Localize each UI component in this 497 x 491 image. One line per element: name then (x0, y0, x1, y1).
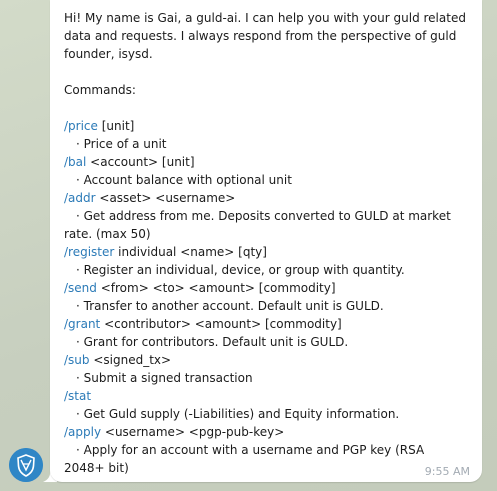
command-description: · Apply for an account with a username a… (64, 443, 425, 475)
command-link-stat[interactable]: /stat (64, 389, 91, 403)
command-args: <asset> <username> (95, 191, 236, 205)
command-item-grant: /grant <contributor> <amount> [commodity… (64, 315, 468, 333)
command-item-price: /price [unit] (64, 117, 468, 135)
command-item-stat: /stat (64, 387, 468, 405)
command-list: /price [unit] · Price of a unit /bal <ac… (64, 117, 468, 477)
command-item-apply: /apply <username> <pgp-pub-key> (64, 423, 468, 441)
command-item-addr: /addr <asset> <username> (64, 189, 468, 207)
shield-logo-icon (9, 448, 43, 482)
command-description: · Account balance with optional unit (76, 173, 292, 187)
command-args: <account> [unit] (86, 155, 195, 169)
intro-text: Hi! My name is Gai, a guld-ai. I can hel… (64, 11, 466, 61)
command-args: <from> <to> <amount> [commodity] (96, 281, 336, 295)
command-description: · Get address from me. Deposits converte… (64, 209, 451, 241)
command-item-send: /send <from> <to> <amount> [commodity] (64, 279, 468, 297)
command-link-apply[interactable]: /apply (64, 425, 101, 439)
command-description: · Transfer to another account. Default u… (76, 299, 384, 313)
command-args: <contributor> <amount> [commodity] (100, 317, 342, 331)
command-link-price[interactable]: /price (64, 119, 98, 133)
command-description: · Price of a unit (76, 137, 167, 151)
commands-header: Commands: (64, 83, 136, 97)
command-link-send[interactable]: /send (64, 281, 97, 295)
command-item-register: /register individual <name> [qty] (64, 243, 468, 261)
command-args: <username> <pgp-pub-key> (101, 425, 285, 439)
command-args: [unit] (97, 119, 135, 133)
command-args: <signed_tx> (89, 353, 172, 367)
command-link-addr[interactable]: /addr (64, 191, 96, 205)
message-bubble[interactable]: Hi! My name is Gai, a guld-ai. I can hel… (50, 0, 482, 482)
command-description: · Submit a signed transaction (76, 371, 253, 385)
command-item-sub: /sub <signed_tx> (64, 351, 468, 369)
command-link-sub[interactable]: /sub (64, 353, 90, 367)
command-description: · Register an individual, device, or gro… (76, 263, 405, 277)
message-timestamp: 9:55 AM (424, 465, 470, 478)
command-link-grant[interactable]: /grant (64, 317, 100, 331)
bot-avatar[interactable] (9, 448, 43, 482)
command-args: individual <name> [qty] (114, 245, 267, 259)
command-description: · Grant for contributors. Default unit i… (76, 335, 349, 349)
command-item-bal: /bal <account> [unit] (64, 153, 468, 171)
command-link-register[interactable]: /register (64, 245, 114, 259)
command-link-bal[interactable]: /bal (64, 155, 86, 169)
command-description: · Get Guld supply (-Liabilities) and Equ… (76, 407, 400, 421)
